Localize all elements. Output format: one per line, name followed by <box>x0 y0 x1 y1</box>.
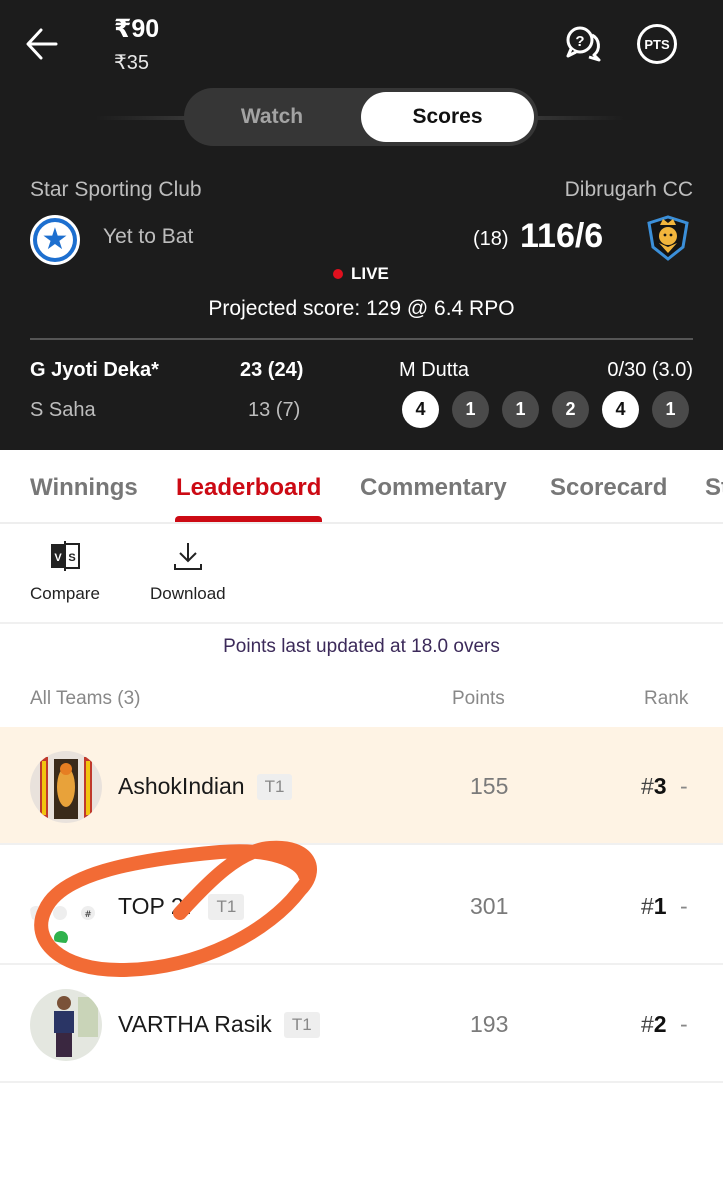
team-points: 155 <box>470 773 509 799</box>
column-header-teams: All Teams (3) <box>30 688 141 709</box>
match-header: ₹90 ₹35 ? PTS Watch Scores Star Sporting… <box>0 0 723 450</box>
avatar: # <box>30 871 102 943</box>
team-points: 193 <box>470 1011 509 1037</box>
download-label: Download <box>150 584 226 603</box>
ball-chip: 1 <box>452 391 489 428</box>
action-bar: V S Compare Download <box>0 526 723 624</box>
compare-button[interactable]: V S Compare <box>30 540 100 604</box>
rank-trend: - <box>680 893 688 919</box>
team-badge: T1 <box>256 774 293 800</box>
arrow-left-icon[interactable] <box>24 24 60 64</box>
rank-number: 3 <box>653 773 667 799</box>
svg-text:#: # <box>84 910 92 920</box>
tab-commentary[interactable]: Commentary <box>360 474 507 502</box>
rank-hash: # <box>641 1011 654 1037</box>
tab-leaderboard[interactable]: Leaderboard <box>176 474 321 502</box>
batter-2-score: 13 (7) <box>248 399 301 421</box>
ball-chip: 2 <box>552 391 589 428</box>
pts-icon[interactable]: PTS <box>637 24 677 64</box>
rank-number: 1 <box>653 893 667 919</box>
projected-score: Projected score: 129 @ 6.4 RPO <box>208 297 515 320</box>
team-right-overs: (18) <box>473 228 509 250</box>
toggle-watch[interactable]: Watch <box>184 88 360 146</box>
tab-scorecard[interactable]: Scorecard <box>550 474 667 502</box>
help-chat-icon[interactable]: ? <box>563 25 603 63</box>
team-rank: #2 <box>641 1011 667 1038</box>
leaderboard-row[interactable]: # TOP 27 T1 301 #1 - <box>0 847 723 965</box>
download-icon <box>173 543 202 570</box>
prize-amount: ₹90 <box>114 15 160 43</box>
avatar <box>30 989 102 1061</box>
recent-balls: 4 1 1 2 4 1 <box>402 391 689 428</box>
team-badge: T1 <box>208 894 245 920</box>
ball-chip: 1 <box>502 391 539 428</box>
star-icon: ★ <box>37 222 73 258</box>
pts-label: PTS <box>644 36 670 52</box>
team-rank: #3 <box>641 773 667 800</box>
team-left-logo: ★ <box>30 215 80 265</box>
rank-hash: # <box>641 893 654 919</box>
compare-vs-icon: V S <box>50 541 80 571</box>
team-name: AshokIndian T1 <box>118 773 293 800</box>
live-dot-icon <box>333 269 343 279</box>
team-name: TOP 27 T1 <box>118 893 245 920</box>
toggle-scores[interactable]: Scores <box>361 92 534 142</box>
tab-winnings[interactable]: Winnings <box>30 474 138 502</box>
ball-chip: 4 <box>602 391 639 428</box>
bowler-name: M Dutta <box>399 359 470 381</box>
svg-text:S: S <box>68 552 75 564</box>
active-tab-indicator <box>175 516 322 522</box>
rank-hash: # <box>641 773 654 799</box>
column-header-rank: Rank <box>644 688 689 709</box>
team-name-text: TOP 27 <box>118 893 197 919</box>
svg-text:?: ? <box>575 33 584 50</box>
ball-chip: 4 <box>402 391 439 428</box>
entry-fee: ₹35 <box>114 52 149 74</box>
download-button[interactable]: Download <box>150 540 226 604</box>
rank-number: 2 <box>653 1011 667 1037</box>
team-left-status: Yet to Bat <box>103 225 194 248</box>
svg-text:V: V <box>54 552 62 564</box>
live-label: LIVE <box>351 264 389 283</box>
rank-trend: - <box>680 773 688 799</box>
team-right-score: 116/6 <box>520 217 604 255</box>
points-updated-note: Points last updated at 18.0 overs <box>223 636 500 657</box>
team-name-text: AshokIndian <box>118 773 245 799</box>
tab-bar: Winnings Leaderboard Commentary Scorecar… <box>0 450 723 524</box>
compare-label: Compare <box>30 584 100 603</box>
rank-trend: - <box>680 1011 688 1037</box>
team-rank: #1 <box>641 893 667 920</box>
team-name: VARTHA Rasik T1 <box>118 1011 320 1038</box>
team-right-name: Dibrugarh CC <box>564 178 693 201</box>
ball-chip: 1 <box>652 391 689 428</box>
avatar <box>30 751 102 823</box>
leaderboard-row[interactable]: AshokIndian T1 155 #3 - <box>0 727 723 845</box>
team-name-text: VARTHA Rasik <box>118 1011 272 1037</box>
batter-2-name: S Saha <box>30 399 96 421</box>
leaderboard-row[interactable]: VARTHA Rasik T1 193 #2 - <box>0 965 723 1083</box>
live-indicator: LIVE <box>333 264 389 284</box>
batter-1-name: G Jyoti Deka* <box>30 359 159 381</box>
team-left-name: Star Sporting Club <box>30 178 202 201</box>
watch-scores-toggle: Watch Scores <box>184 88 538 146</box>
batter-1-score: 23 (24) <box>240 359 304 381</box>
lion-shield-logo-icon <box>647 215 689 261</box>
column-header-points: Points <box>452 688 505 709</box>
team-points: 301 <box>470 893 509 919</box>
divider <box>30 338 693 340</box>
team-badge: T1 <box>283 1012 320 1038</box>
bowler-figures: 0/30 (3.0) <box>607 359 693 381</box>
tab-stats[interactable]: St <box>705 474 723 502</box>
